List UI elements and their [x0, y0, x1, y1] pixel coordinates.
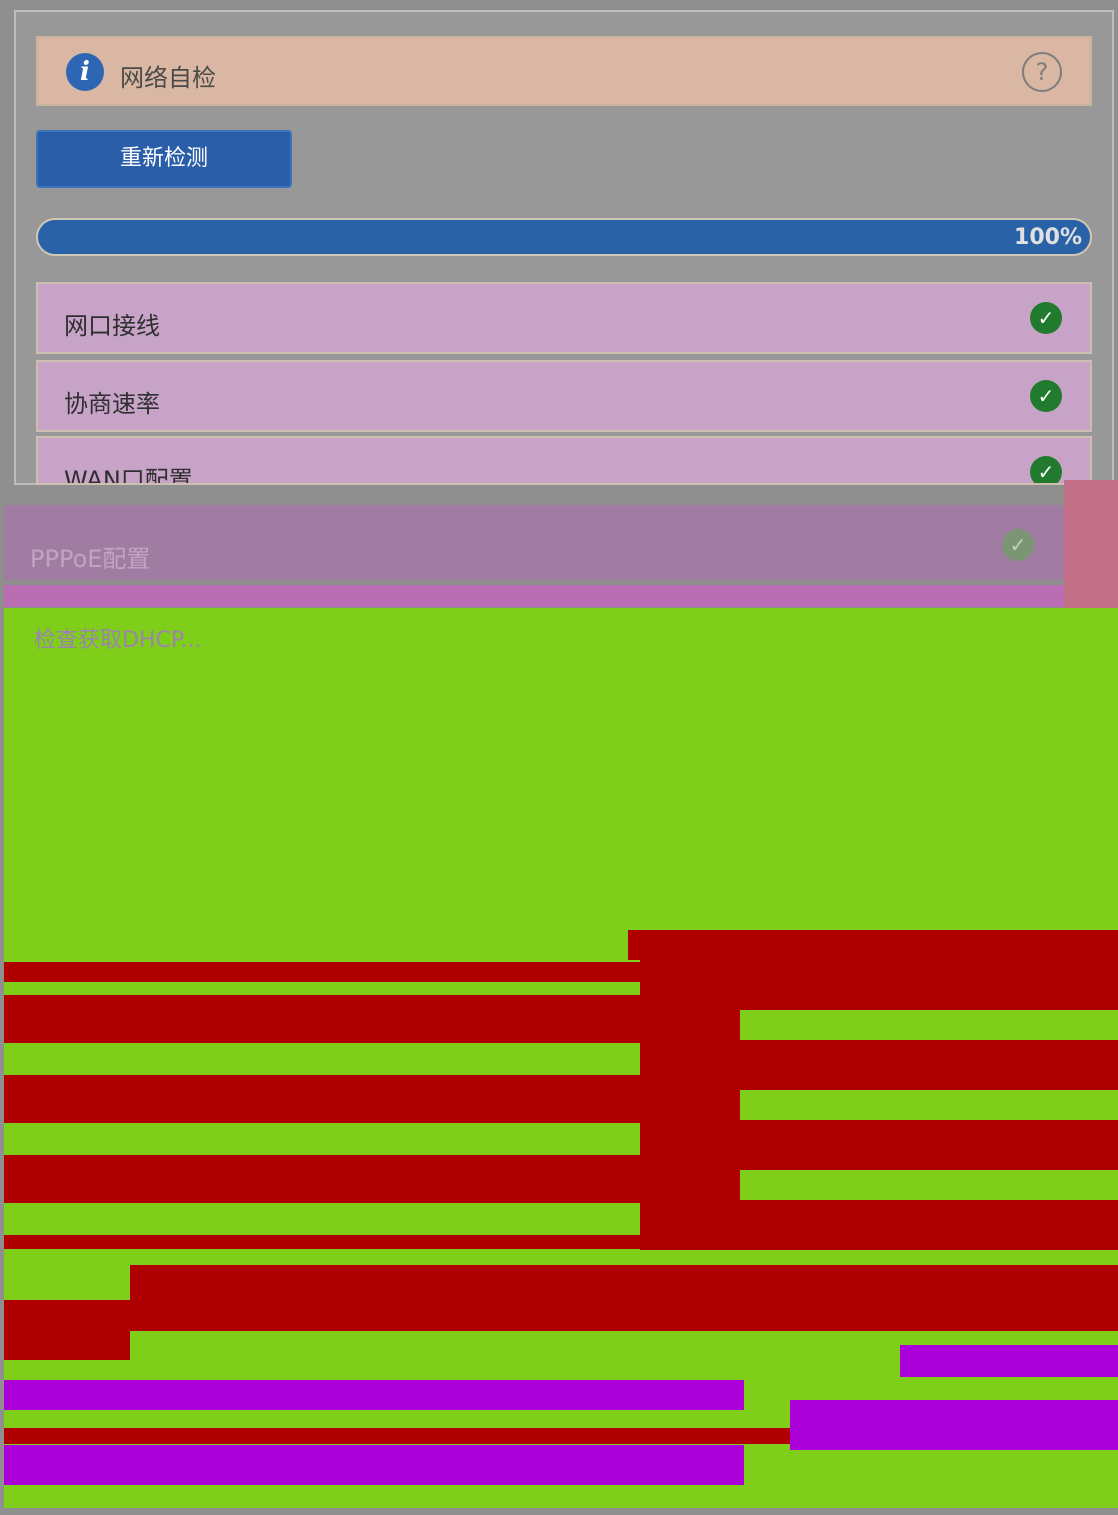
- corrupted-band: [4, 585, 1064, 607]
- check-item-port-wiring: 网口接线 ✓: [36, 282, 1092, 354]
- corrupted-block: [740, 1200, 1118, 1250]
- check-pass-icon: ✓: [1002, 529, 1034, 561]
- corrupted-block: [130, 1265, 1118, 1331]
- check-pass-icon: ✓: [1030, 456, 1062, 483]
- dhcp-check-label: 检查获取DHCP...: [34, 628, 202, 653]
- corrupted-block: [740, 1120, 1118, 1170]
- help-icon[interactable]: ?: [1022, 52, 1062, 92]
- corrupted-block: [4, 995, 644, 1043]
- check-label: WAN口配置: [64, 466, 193, 485]
- corrupted-strip: [1064, 480, 1118, 608]
- progress-label: 100%: [1014, 225, 1082, 250]
- panel-header: i 网络自检 ?: [36, 36, 1092, 106]
- corrupted-block: [740, 1040, 1118, 1090]
- corrupted-block: [4, 1380, 744, 1410]
- corrupted-block: [4, 1235, 704, 1249]
- corrupted-block: [4, 1445, 744, 1485]
- progress-bar: 100%: [36, 218, 1092, 256]
- corrupted-block: [4, 1155, 704, 1203]
- check-pass-icon: ✓: [1030, 380, 1062, 412]
- corrupted-block: [4, 1075, 674, 1123]
- corrupted-block: [790, 1400, 1118, 1450]
- corrupted-block: [4, 1300, 130, 1360]
- recheck-button[interactable]: 重新检测: [36, 130, 292, 188]
- progress-fill: [38, 220, 1090, 254]
- corrupted-block: [4, 962, 644, 982]
- check-item-wan-config: WAN口配置 ✓: [36, 436, 1092, 485]
- check-item-negotiation-rate: 协商速率 ✓: [36, 360, 1092, 432]
- page-title: 网络自检: [120, 64, 216, 92]
- info-icon: i: [66, 53, 104, 91]
- check-label: 网口接线: [64, 312, 160, 340]
- check-label: PPPoE配置: [30, 545, 151, 573]
- corrupted-block: [740, 960, 1118, 1010]
- check-item-pppoe: PPPoE配置 ✓: [4, 505, 1064, 580]
- check-pass-icon: ✓: [1030, 302, 1062, 334]
- corrupted-block: [900, 1345, 1118, 1377]
- check-label: 协商速率: [64, 390, 160, 418]
- corrupted-block: [628, 930, 1118, 960]
